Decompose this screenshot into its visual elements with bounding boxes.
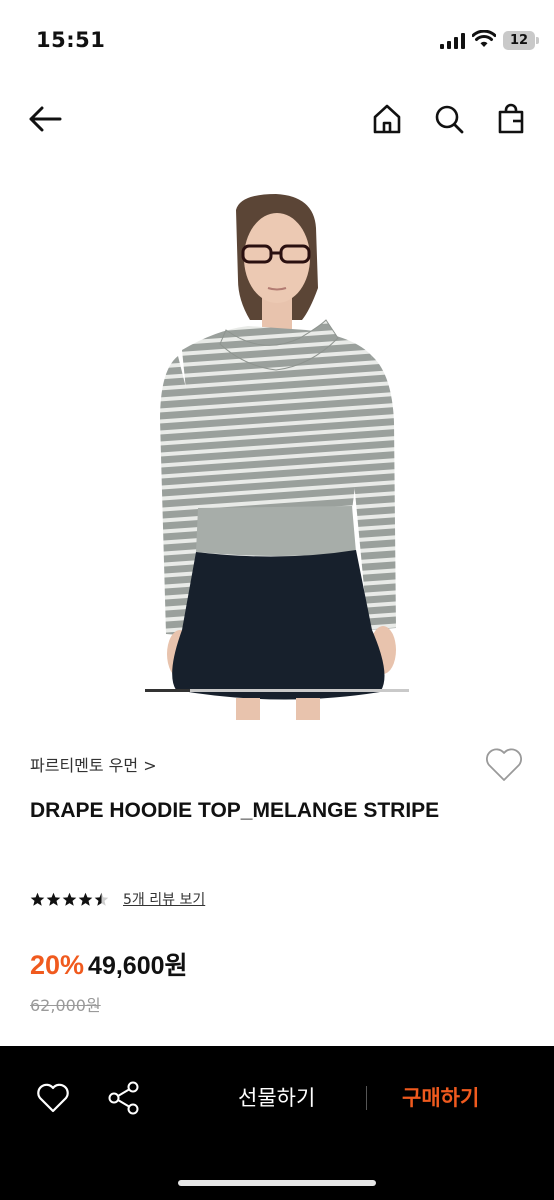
buy-button[interactable]: 구매하기: [402, 1082, 479, 1112]
star-icon: [46, 892, 61, 906]
rating-row: 5개 리뷰 보기: [30, 888, 205, 910]
star-icon: [62, 892, 77, 906]
gallery-progress-fill: [145, 689, 190, 692]
star-icon: [94, 892, 109, 906]
gallery-progress: [145, 689, 409, 692]
home-button[interactable]: [366, 98, 408, 140]
discount-rate: 20%: [30, 950, 85, 980]
search-button[interactable]: [428, 98, 470, 140]
wishlist-heart-icon[interactable]: [484, 746, 524, 784]
cart-button[interactable]: [490, 98, 532, 140]
star-icon: [30, 892, 45, 906]
share-icon[interactable]: [107, 1080, 141, 1116]
bar-divider: [366, 1086, 367, 1110]
review-link[interactable]: 5개 리뷰 보기: [123, 889, 205, 909]
heart-icon[interactable]: [36, 1082, 70, 1114]
back-button[interactable]: [24, 98, 66, 140]
star-icon: [78, 892, 93, 906]
arrow-left-icon: [29, 106, 62, 132]
star-rating: [30, 892, 109, 907]
status-bar: 15:51 12: [0, 0, 554, 80]
home-indicator: [178, 1180, 376, 1186]
brand-link[interactable]: 파르티멘토 우먼 >: [30, 752, 157, 776]
battery-tip: [536, 37, 539, 44]
price-row: 20% 49,600원: [30, 946, 188, 982]
battery-indicator: 12: [503, 31, 535, 50]
status-time: 15:51: [36, 28, 106, 52]
shopping-bag-icon: [498, 103, 524, 134]
bottom-action-bar: 선물하기 구매하기: [0, 1046, 554, 1200]
signal-icon: [440, 33, 465, 49]
sale-price: 49,600원: [88, 952, 188, 980]
wifi-icon: [472, 30, 496, 47]
original-price: 62,000원: [30, 996, 101, 1015]
gift-button[interactable]: 선물하기: [238, 1082, 315, 1112]
nav-bar: [0, 88, 554, 150]
product-photo-illustration: [160, 194, 396, 720]
product-image[interactable]: [0, 160, 554, 720]
home-icon: [373, 104, 401, 134]
product-title: DRAPE HOODIE TOP_MELANGE STRIPE: [30, 799, 440, 822]
search-icon: [435, 105, 464, 134]
